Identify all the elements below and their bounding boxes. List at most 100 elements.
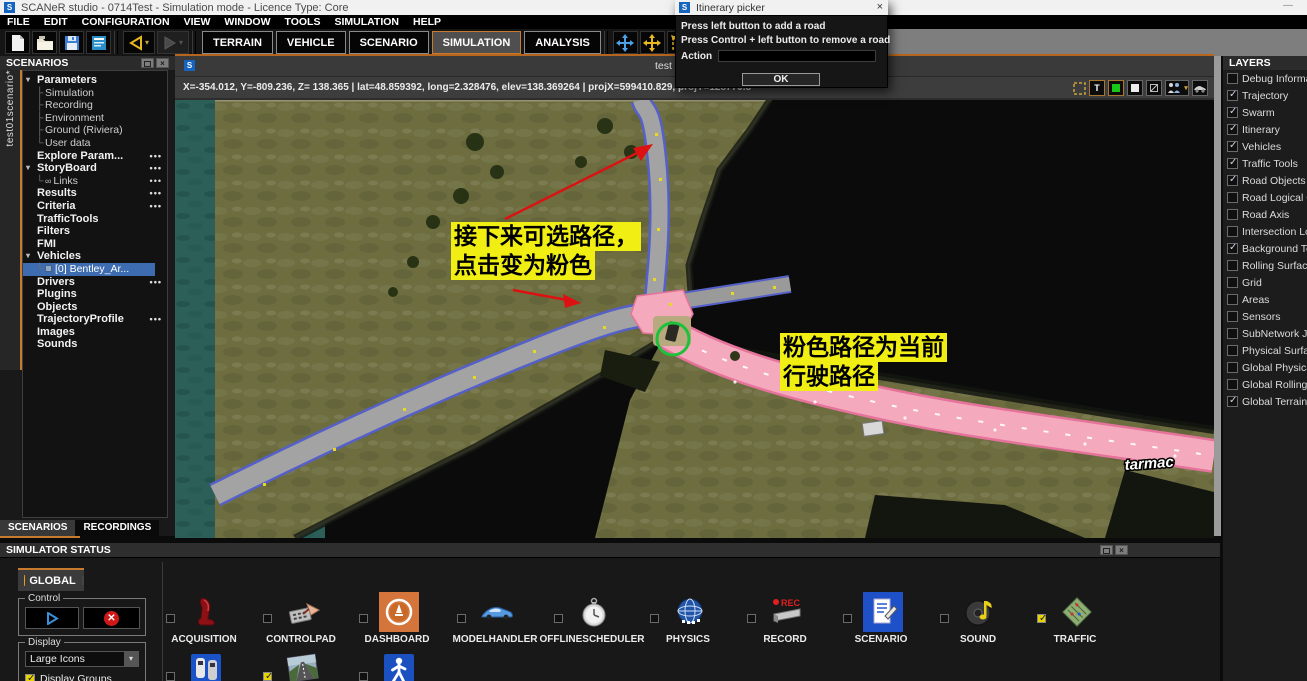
layer-checkbox[interactable] [1227, 209, 1238, 220]
layer-item[interactable]: Intersection Log [1223, 223, 1307, 240]
more-options-icon[interactable]: ••• [150, 187, 162, 200]
layer-item[interactable]: Physical Surface [1223, 342, 1307, 359]
close-panel-icon[interactable]: × [156, 58, 169, 68]
action-input[interactable] [718, 50, 877, 62]
layer-item[interactable]: Vehicles [1223, 138, 1307, 155]
green-display-button[interactable] [1108, 80, 1124, 96]
scenario-side-tab[interactable]: test01scenario* [0, 70, 20, 370]
dropdown-icon[interactable]: ▾ [124, 652, 138, 666]
layer-item[interactable]: SubNetwork Jun [1223, 325, 1307, 342]
layer-checkbox[interactable] [1227, 395, 1238, 407]
tab-global[interactable]: GLOBAL [18, 568, 84, 591]
module-checkbox[interactable] [1037, 613, 1047, 624]
tree-item-drivers[interactable]: Drivers ••• [23, 276, 167, 289]
start-simulation-button[interactable] [25, 607, 79, 629]
ok-button[interactable]: OK [742, 73, 820, 86]
display-groups-checkbox[interactable] [25, 673, 35, 681]
save-button[interactable] [59, 31, 84, 54]
module-checkbox[interactable] [263, 614, 272, 623]
vehicle-view-button[interactable] [1192, 80, 1208, 96]
layer-checkbox[interactable] [1227, 140, 1238, 152]
back-dropdown-icon[interactable]: ▾ [145, 38, 149, 47]
layer-checkbox[interactable] [1227, 260, 1238, 271]
more-options-icon[interactable]: ••• [150, 313, 162, 326]
layer-item[interactable]: Swarm [1223, 104, 1307, 121]
white-display-button[interactable] [1127, 80, 1143, 96]
tab-recordings[interactable]: RECORDINGS [75, 520, 160, 536]
tree-item-images[interactable]: Images [23, 326, 167, 339]
layer-checkbox[interactable] [1227, 73, 1238, 84]
layer-item[interactable]: Road Axis [1223, 206, 1307, 223]
tab-scenario[interactable]: SCENARIO [348, 31, 429, 54]
tab-vehicle[interactable]: VEHICLE [275, 31, 346, 54]
tree-item-parameters[interactable]: ▾ Parameters [23, 74, 167, 87]
itinerary-picker-titlebar[interactable]: S Itinerary picker × [675, 0, 888, 15]
display-settings-button[interactable] [86, 31, 111, 54]
module-checkbox[interactable] [554, 614, 563, 623]
menu-tools[interactable]: TOOLS [277, 16, 327, 28]
module-checkbox[interactable] [359, 614, 368, 623]
tab-terrain[interactable]: TERRAIN [202, 31, 273, 54]
layer-checkbox[interactable] [1227, 174, 1238, 186]
layer-checkbox[interactable] [1227, 89, 1238, 101]
tab-analysis[interactable]: ANALYSIS [524, 31, 601, 54]
close-panel-icon[interactable]: × [1115, 545, 1128, 555]
tree-item-filters[interactable]: Filters [23, 225, 167, 238]
layer-item[interactable]: Global Physical [1223, 359, 1307, 376]
module-checkbox[interactable] [650, 614, 659, 623]
menu-window[interactable]: WINDOW [217, 16, 277, 28]
layer-checkbox[interactable] [1227, 345, 1238, 356]
tree-item-environment[interactable]: Environment [23, 112, 167, 125]
layer-item[interactable]: Trajectory [1223, 87, 1307, 104]
tree-item-criteria[interactable]: Criteria ••• [23, 200, 167, 213]
more-options-icon[interactable]: ••• [150, 175, 162, 188]
layer-item[interactable]: Rolling Surface [1223, 257, 1307, 274]
more-options-icon[interactable]: ••• [150, 162, 162, 175]
tab-global-checkbox[interactable] [81, 576, 84, 585]
icon-size-select[interactable]: Large Icons ▾ [25, 651, 139, 667]
tree-item-storyboard[interactable]: ▾ StoryBoard ••• [23, 162, 167, 175]
layer-item[interactable]: Grid [1223, 274, 1307, 291]
layer-item[interactable]: Areas [1223, 291, 1307, 308]
tree-item-objects[interactable]: Objects [23, 301, 167, 314]
panel-splitter[interactable] [1214, 56, 1221, 536]
minimize-icon[interactable]: — [1283, 0, 1293, 11]
module-checkbox[interactable] [166, 672, 175, 681]
back-button[interactable]: ▾ [123, 31, 155, 54]
layer-checkbox[interactable] [1227, 328, 1238, 339]
menu-edit[interactable]: EDIT [37, 16, 75, 28]
no-fill-display-button[interactable] [1146, 80, 1162, 96]
layer-item[interactable]: Global Rolling S [1223, 376, 1307, 393]
sound-icon[interactable] [960, 592, 1000, 632]
layer-item[interactable]: Global Terrain [1223, 393, 1307, 410]
pan-view-button[interactable] [639, 31, 665, 54]
menu-view[interactable]: VIEW [177, 16, 218, 28]
module-checkbox[interactable] [843, 614, 852, 623]
more-options-icon[interactable]: ••• [150, 200, 162, 213]
layer-checkbox[interactable] [1227, 226, 1238, 237]
layer-item[interactable]: Debug Informat [1223, 70, 1307, 87]
module-checkbox[interactable] [263, 671, 273, 681]
dashboard-icon[interactable] [379, 592, 419, 632]
modelhandler-icon[interactable] [477, 592, 517, 632]
tree-item-recording[interactable]: Recording [23, 99, 167, 112]
tree-item-plugins[interactable]: Plugins [23, 288, 167, 301]
menu-help[interactable]: HELP [406, 16, 448, 28]
module-checkbox[interactable] [166, 614, 175, 623]
layer-checkbox[interactable] [1227, 106, 1238, 118]
module-checkbox[interactable] [940, 614, 949, 623]
tree-item-user-data[interactable]: User data [23, 137, 167, 150]
acquisition-icon[interactable] [186, 592, 226, 632]
tree-item-simulation[interactable]: Simulation [23, 87, 167, 100]
tree-item-traffictools[interactable]: TrafficTools [23, 213, 167, 226]
more-options-icon[interactable]: ••• [150, 150, 162, 163]
3d-scene-canvas[interactable]: tarmac 接下来可选路径， 点击变为粉色 粉色路径为当前 行驶路径 [175, 100, 1214, 538]
stop-simulation-button[interactable]: ✕ [83, 607, 140, 629]
layer-checkbox[interactable] [1227, 277, 1238, 288]
forward-button[interactable]: ▾ [157, 31, 189, 54]
tree-item-sounds[interactable]: Sounds [23, 338, 167, 351]
tree-item-bentley-vehicle[interactable]: [0] Bentley_Ar... [23, 262, 155, 276]
tree-item-explore-param[interactable]: Explore Param... ••• [23, 150, 167, 163]
layer-item[interactable]: Road Logical Co [1223, 189, 1307, 206]
layer-item[interactable]: Sensors [1223, 308, 1307, 325]
